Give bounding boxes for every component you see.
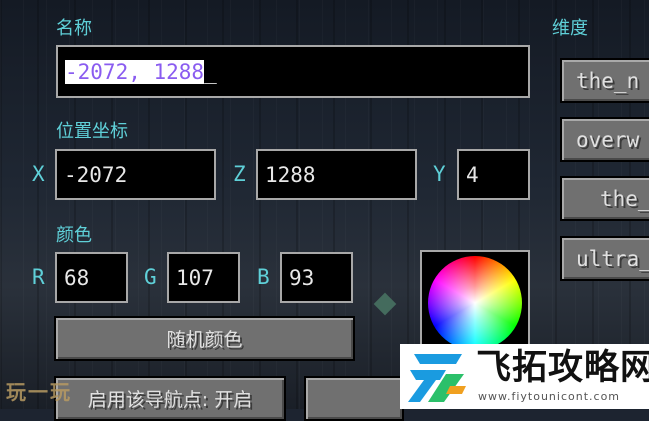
- bottom-left-watermark: 玩一玩: [6, 380, 72, 404]
- name-input[interactable]: -2072, 1288 _: [56, 45, 530, 98]
- color-label: 颜色: [56, 225, 92, 246]
- secondary-button[interactable]: [304, 376, 404, 421]
- color-wheel-icon: [428, 256, 522, 350]
- dimension-label: 维度: [552, 18, 588, 39]
- waypoint-toggle-button[interactable]: 启用该导航点: 开启: [54, 376, 286, 421]
- name-selected-text: -2072, 1288: [65, 59, 205, 84]
- z-coordinate-input[interactable]: 1288: [256, 149, 417, 200]
- g-channel-label: G: [144, 265, 157, 289]
- site-logo-icon: [408, 354, 466, 402]
- y-axis-label: Y: [433, 162, 446, 186]
- dimension-button-the-nether[interactable]: the_n: [560, 58, 649, 103]
- dimension-button-overworld[interactable]: overw: [560, 117, 649, 162]
- dimension-button-the-end[interactable]: the_: [560, 176, 649, 221]
- r-channel-label: R: [32, 265, 45, 289]
- name-label: 名称: [56, 18, 92, 39]
- position-label: 位置坐标: [56, 121, 128, 142]
- site-watermark: 飞拓攻略网 www.fiytounicont.com: [400, 344, 649, 409]
- red-input[interactable]: 68: [55, 252, 128, 303]
- blue-input[interactable]: 93: [280, 252, 353, 303]
- green-input[interactable]: 107: [167, 252, 240, 303]
- color-wheel-picker[interactable]: [420, 250, 530, 354]
- random-color-button[interactable]: 随机颜色: [54, 316, 355, 361]
- dimension-button-ultra[interactable]: ultra_: [560, 236, 649, 281]
- y-coordinate-input[interactable]: 4: [457, 149, 530, 200]
- text-cursor: _: [204, 59, 217, 84]
- x-coordinate-input[interactable]: -2072: [55, 149, 216, 200]
- site-title: 飞拓攻略网: [476, 348, 649, 388]
- site-url: www.fiytounicont.com: [478, 390, 621, 403]
- x-axis-label: X: [32, 162, 45, 186]
- z-axis-label: Z: [233, 162, 246, 186]
- b-channel-label: B: [257, 265, 270, 289]
